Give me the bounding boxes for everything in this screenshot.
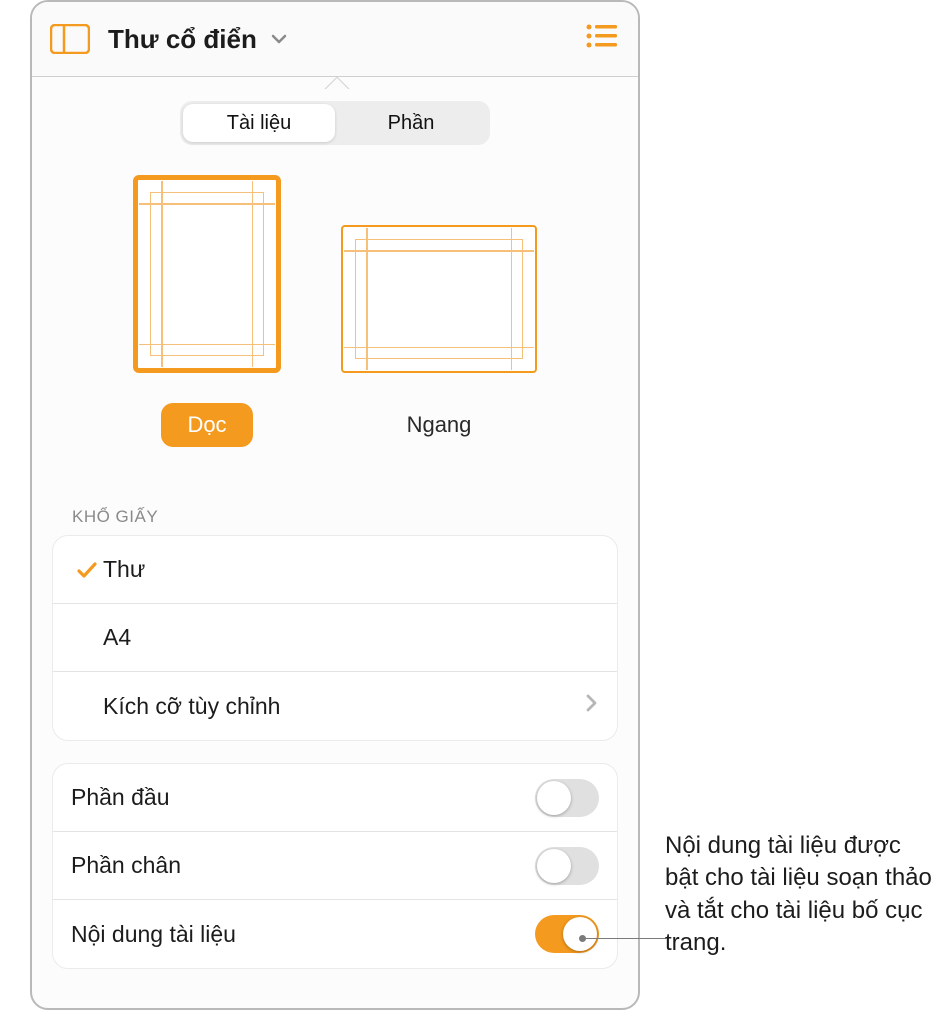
paper-size-option-label: A4 [103,624,599,651]
orientation-landscape[interactable]: Ngang [341,175,537,447]
callout-leader-line [582,938,666,939]
document-settings-panel: Thư cổ điển Tài liệu Phần [30,0,640,1010]
chevron-down-icon[interactable] [269,29,289,49]
portrait-page-icon [133,175,281,373]
toggle-label: Phần chân [71,852,535,879]
toggle-row-footer: Phần chân [53,832,617,900]
document-body-toggle[interactable] [535,915,599,953]
paper-size-custom-label: Kích cỡ tùy chỉnh [103,693,585,720]
tab-document[interactable]: Tài liệu [183,104,335,142]
document-title: Thư cổ điển [108,24,257,55]
checkmark-icon [71,558,103,582]
toggle-label: Phần đầu [71,784,535,811]
orientation-portrait[interactable]: Dọc [133,175,281,447]
paper-size-custom[interactable]: Kích cỡ tùy chỉnh [53,672,617,740]
tab-section[interactable]: Phần [335,104,487,142]
panel-layout-icon[interactable] [50,23,90,55]
landscape-page-icon [341,225,537,373]
toggle-row-header: Phần đầu [53,764,617,832]
landscape-label: Ngang [385,403,494,447]
paper-size-option-label: Thư [103,556,599,583]
titlebar: Thư cổ điển [32,2,638,77]
header-toggle[interactable] [535,779,599,817]
tab-segmented-control: Tài liệu Phần [180,101,490,145]
toggle-row-document-body: Nội dung tài liệu [53,900,617,968]
paper-size-option-a4[interactable]: A4 [53,604,617,672]
paper-size-header: KHỔ GIẤY [72,507,638,527]
orientation-chooser: Dọc Ngang [32,175,638,447]
list-bullet-icon[interactable] [584,21,620,57]
document-toggles-list: Phần đầu Phần chân Nội dung tài liệu [52,763,618,969]
toggle-label: Nội dung tài liệu [71,921,535,948]
paper-size-option-letter[interactable]: Thư [53,536,617,604]
footer-toggle[interactable] [535,847,599,885]
paper-size-list: Thư A4 Kích cỡ tùy chỉnh [52,535,618,741]
chevron-right-icon [585,693,599,719]
popover-arrow [322,75,350,89]
portrait-label: Dọc [161,403,253,447]
callout-text: Nội dung tài liệu được bật cho tài liệu … [665,830,940,960]
